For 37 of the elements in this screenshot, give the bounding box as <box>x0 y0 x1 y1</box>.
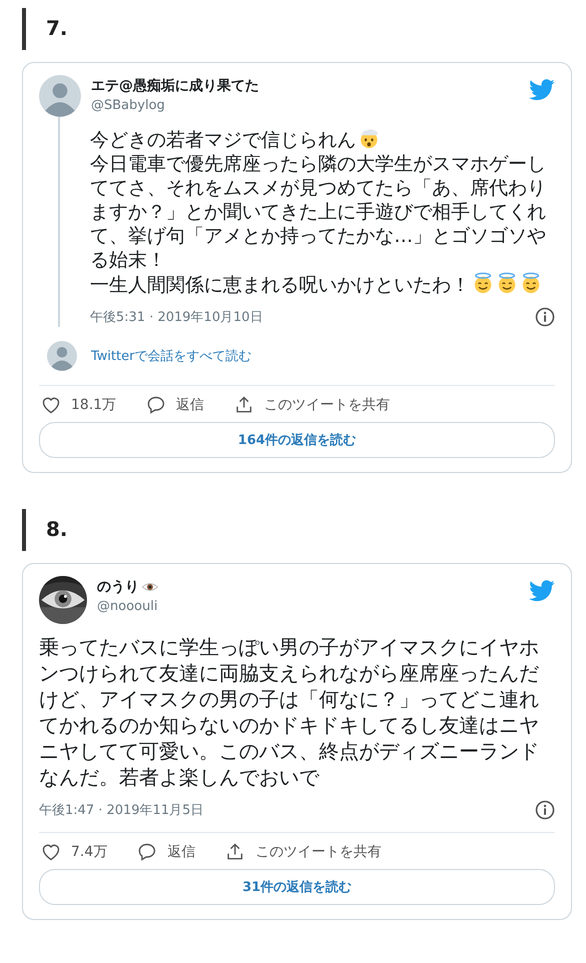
halo-face-icon <box>472 272 494 294</box>
like-count[interactable]: 7.4万 <box>71 843 108 861</box>
heart-icon[interactable] <box>41 395 61 415</box>
share-label[interactable]: このツイートを共有 <box>255 843 382 861</box>
info-icon[interactable] <box>535 307 555 327</box>
tweet-text: 乗ってたバスに学生っぽい男の子がアイマスクにイヤホンつけられて友達に両脇支えられながら座席座ったんだけど、アイマスクの男の子は「何なに？」ってどこ連れてかれるのか知らないのかドキドキしてるし友達はニヤニヤしてて可愛い。このバス、終点がディズニーランドなんだ。若者よ楽しんでおいで <box>39 635 539 789</box>
tweet-text: 今どきの若者マジで信じられん <box>90 129 356 151</box>
comment-icon[interactable] <box>146 395 166 415</box>
like-count[interactable]: 18.1万 <box>71 396 116 414</box>
timestamp[interactable]: 午後5:31 · 2019年10月10日 <box>90 308 263 326</box>
reply-label[interactable]: 返信 <box>167 843 196 861</box>
section-heading: 8. <box>22 509 106 551</box>
author-name[interactable]: のうり <box>97 578 139 596</box>
avatar-icon[interactable] <box>47 341 77 371</box>
read-replies-button[interactable]: 164件の返信を読む <box>39 422 555 458</box>
tweet-text: 一生人間関係に恵まれる呪いかけといたわ！ <box>90 274 470 296</box>
avatar-icon[interactable] <box>39 75 81 117</box>
twitter-bird-icon[interactable] <box>529 580 555 602</box>
conversation-link[interactable]: Twitterで会話をすべて読む <box>91 347 252 365</box>
heart-icon[interactable] <box>41 842 61 862</box>
halo-face-icon <box>496 272 518 294</box>
author-name[interactable]: エテ@愚痴垢に成り果てた <box>91 77 259 95</box>
author-handle[interactable]: @SBabylog <box>91 98 519 113</box>
tweet-text: 今日電車で優先席座ったら隣の大学生がスマホゲーしててさ、それをムスメが見つめてたら「あ、席代わりますか？」とか聞いてきた上に手遊びで相手してくれて、挙げ句「アメとか持ってたかな…」とゴソゴソやる始末！ <box>90 153 546 271</box>
share-label[interactable]: このツイートを共有 <box>264 396 390 414</box>
author-handle[interactable]: @nooouli <box>97 599 519 614</box>
timestamp[interactable]: 午後1:47 · 2019年11月5日 <box>39 801 204 819</box>
twitter-bird-icon[interactable] <box>529 79 555 101</box>
read-replies-button[interactable]: 31件の返信を読む <box>39 869 555 905</box>
share-icon[interactable] <box>234 395 254 415</box>
section-heading: 7. <box>22 8 106 50</box>
exploding-head-icon <box>358 127 380 149</box>
halo-face-icon <box>520 272 542 294</box>
share-icon[interactable] <box>225 842 246 862</box>
reply-label[interactable]: 返信 <box>176 396 204 414</box>
comment-icon[interactable] <box>137 842 158 862</box>
info-icon[interactable] <box>535 800 555 820</box>
